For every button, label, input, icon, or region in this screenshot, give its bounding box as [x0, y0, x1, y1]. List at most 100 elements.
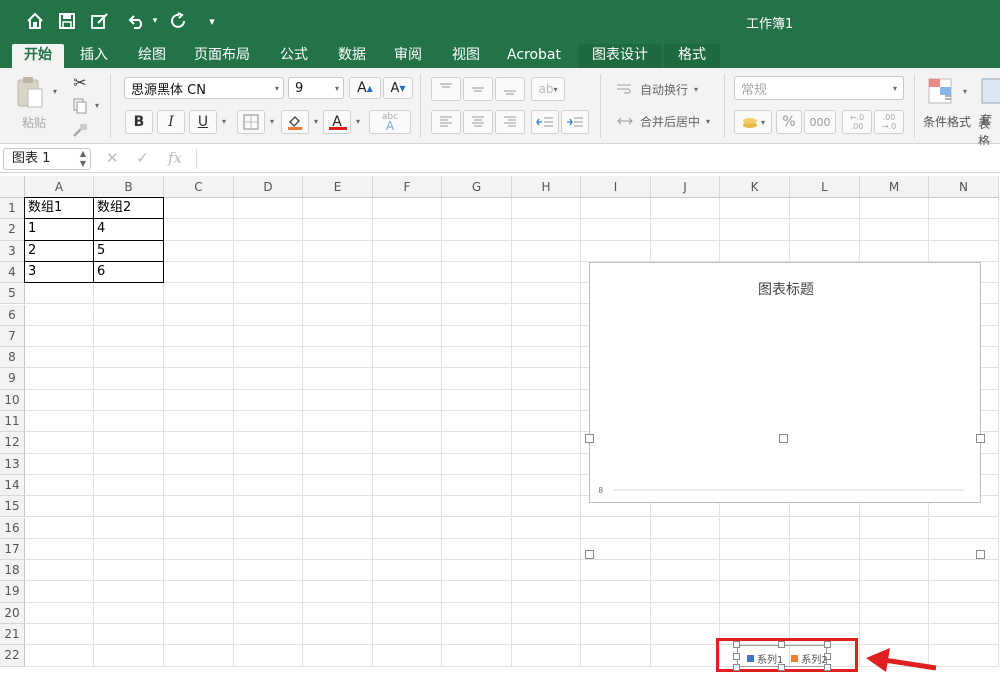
bold-button[interactable]: B — [125, 110, 153, 134]
cell-e4[interactable] — [303, 261, 373, 284]
cell-l17[interactable] — [790, 538, 860, 561]
tab-insert[interactable]: 插入 — [70, 44, 118, 68]
cell-a6[interactable] — [25, 304, 94, 326]
cell-l1[interactable] — [790, 198, 860, 220]
cell-j16[interactable] — [651, 517, 720, 539]
cell-c3[interactable] — [164, 240, 234, 262]
cell-d14[interactable] — [234, 474, 303, 497]
align-middle-button[interactable] — [463, 77, 493, 101]
column-header[interactable]: M — [860, 176, 929, 198]
cell-j2[interactable] — [651, 219, 720, 241]
cell-g4[interactable] — [442, 261, 512, 284]
cell-h22[interactable] — [512, 645, 581, 667]
cell-l20[interactable] — [790, 602, 860, 624]
cell-e10[interactable] — [303, 389, 373, 411]
cell-c20[interactable] — [164, 602, 234, 624]
column-header[interactable]: E — [303, 176, 373, 198]
row-header[interactable]: 14 — [0, 474, 25, 497]
cell-d15[interactable] — [234, 496, 303, 518]
cell-b2[interactable]: 4 — [93, 218, 164, 241]
cell-g18[interactable] — [442, 560, 512, 582]
cell-b3[interactable]: 5 — [93, 239, 164, 262]
cell-h19[interactable] — [512, 581, 581, 603]
cell-c15[interactable] — [164, 496, 234, 518]
cell-g8[interactable] — [442, 347, 512, 369]
column-header[interactable]: H — [512, 176, 581, 198]
align-bottom-button[interactable] — [495, 77, 525, 101]
cell-e6[interactable] — [303, 304, 373, 326]
cell-h21[interactable] — [512, 624, 581, 646]
cell-j3[interactable] — [651, 240, 720, 262]
cell-g6[interactable] — [442, 304, 512, 326]
tab-home[interactable]: 开始 — [12, 44, 64, 68]
tab-page-layout[interactable]: 页面布局 — [186, 44, 258, 68]
cell-a20[interactable] — [25, 602, 94, 624]
cell-d16[interactable] — [234, 517, 303, 539]
cell-b12[interactable] — [94, 432, 164, 454]
cell-b17[interactable] — [94, 538, 164, 561]
tab-view[interactable]: 视图 — [442, 44, 490, 68]
cell-d19[interactable] — [234, 581, 303, 603]
currency-button[interactable]: ▾ — [734, 110, 772, 134]
cell-e5[interactable] — [303, 283, 373, 305]
column-header[interactable]: L — [790, 176, 860, 198]
resize-handle-r[interactable] — [976, 550, 985, 559]
cell-n19[interactable] — [929, 581, 999, 603]
cell-h8[interactable] — [512, 347, 581, 369]
home-icon[interactable] — [24, 10, 46, 32]
undo-dropdown-icon[interactable]: ▾ — [144, 10, 166, 32]
cell-f19[interactable] — [373, 581, 442, 603]
select-all-corner[interactable] — [0, 176, 25, 198]
row-header[interactable]: 19 — [0, 581, 25, 603]
cell-d9[interactable] — [234, 368, 303, 390]
row-header[interactable]: 20 — [0, 602, 25, 624]
resize-handle-l[interactable] — [585, 550, 594, 559]
row-header[interactable]: 10 — [0, 389, 25, 411]
cell-b1[interactable]: 数组2 — [93, 197, 164, 220]
tab-data[interactable]: 数据 — [328, 44, 376, 68]
cell-g1[interactable] — [442, 198, 512, 220]
cancel-icon[interactable]: ✕ — [106, 149, 119, 167]
cell-g2[interactable] — [442, 219, 512, 241]
cell-i20[interactable] — [581, 602, 651, 624]
cell-j17[interactable] — [651, 538, 720, 561]
copy-dropdown-icon[interactable]: ▾ — [92, 100, 102, 110]
borders-button[interactable] — [237, 110, 265, 134]
font-color-button[interactable]: A — [323, 110, 351, 134]
row-header[interactable]: 4 — [0, 261, 25, 284]
cell-l16[interactable] — [790, 517, 860, 539]
column-header[interactable]: F — [373, 176, 442, 198]
cell-n16[interactable] — [929, 517, 999, 539]
cell-a10[interactable] — [25, 389, 94, 411]
cell-b4[interactable]: 6 — [93, 260, 164, 284]
underline-dropdown-icon[interactable]: ▾ — [219, 116, 229, 126]
row-header[interactable]: 21 — [0, 624, 25, 646]
tab-chart-design[interactable]: 图表设计 — [578, 44, 662, 68]
cell-k3[interactable] — [720, 240, 790, 262]
cell-b20[interactable] — [94, 602, 164, 624]
cell-h20[interactable] — [512, 602, 581, 624]
column-header[interactable]: B — [94, 176, 164, 198]
name-box[interactable]: 图表 1 ▲ ▼ — [3, 148, 91, 170]
cell-m18[interactable] — [860, 560, 929, 582]
cell-d10[interactable] — [234, 389, 303, 411]
cell-a13[interactable] — [25, 453, 94, 475]
cell-a5[interactable] — [25, 283, 94, 305]
underline-button[interactable]: U — [189, 110, 217, 134]
legend-handle[interactable] — [733, 653, 740, 660]
cell-h12[interactable] — [512, 432, 581, 454]
cell-b11[interactable] — [94, 411, 164, 433]
paste-dropdown-icon[interactable]: ▾ — [50, 86, 60, 96]
cell-a9[interactable] — [25, 368, 94, 390]
cell-f22[interactable] — [373, 645, 442, 667]
cell-d22[interactable] — [234, 645, 303, 667]
cell-d8[interactable] — [234, 347, 303, 369]
cell-m2[interactable] — [860, 219, 929, 241]
cell-b22[interactable] — [94, 645, 164, 667]
cell-c9[interactable] — [164, 368, 234, 390]
cell-m1[interactable] — [860, 198, 929, 220]
resize-handle-tr[interactable] — [976, 434, 985, 443]
conditional-format-dropdown-icon[interactable]: ▾ — [960, 86, 970, 96]
cell-f7[interactable] — [373, 325, 442, 348]
cell-g22[interactable] — [442, 645, 512, 667]
